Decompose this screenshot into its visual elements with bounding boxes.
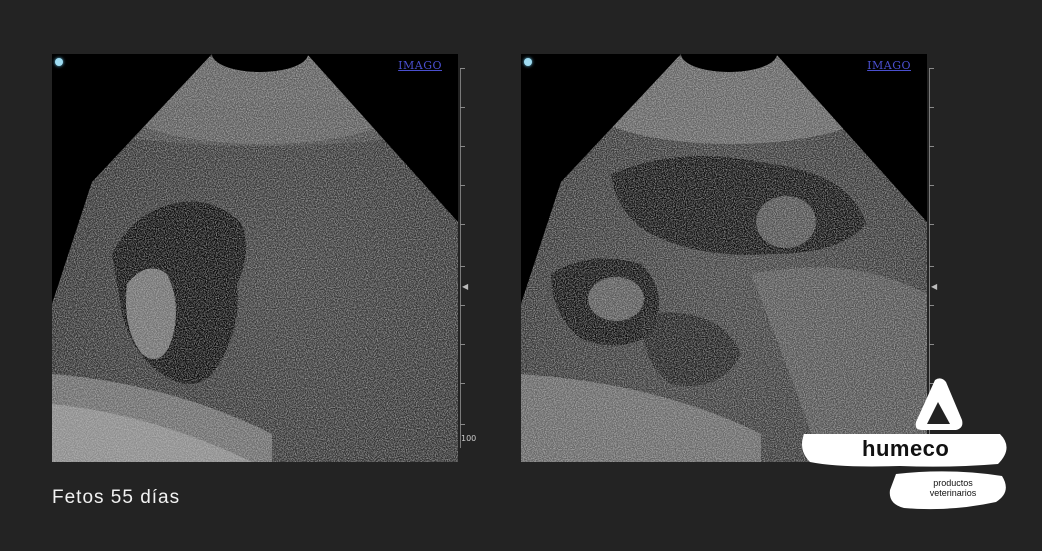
device-watermark: IMAGO: [867, 59, 911, 72]
device-watermark: IMAGO: [398, 59, 442, 72]
probe-indicator-dot: [55, 58, 63, 66]
logo-tagline: productos veterinarios: [929, 478, 977, 498]
probe-indicator-dot: [524, 58, 532, 66]
focus-marker-icon: ◀: [931, 282, 938, 291]
depth-scale-left: ◀ 100: [458, 54, 476, 462]
depth-end-label: 100: [461, 434, 477, 443]
brand-logo: humeco productos veterinarios: [800, 376, 1010, 516]
logo-wordmark: humeco: [862, 436, 950, 461]
ultrasound-scan-left: [52, 54, 458, 462]
image-caption: Fetos 55 días: [52, 487, 181, 508]
ultrasound-image-left: IMAGO: [52, 54, 458, 462]
focus-marker-icon: ◀: [462, 282, 469, 291]
